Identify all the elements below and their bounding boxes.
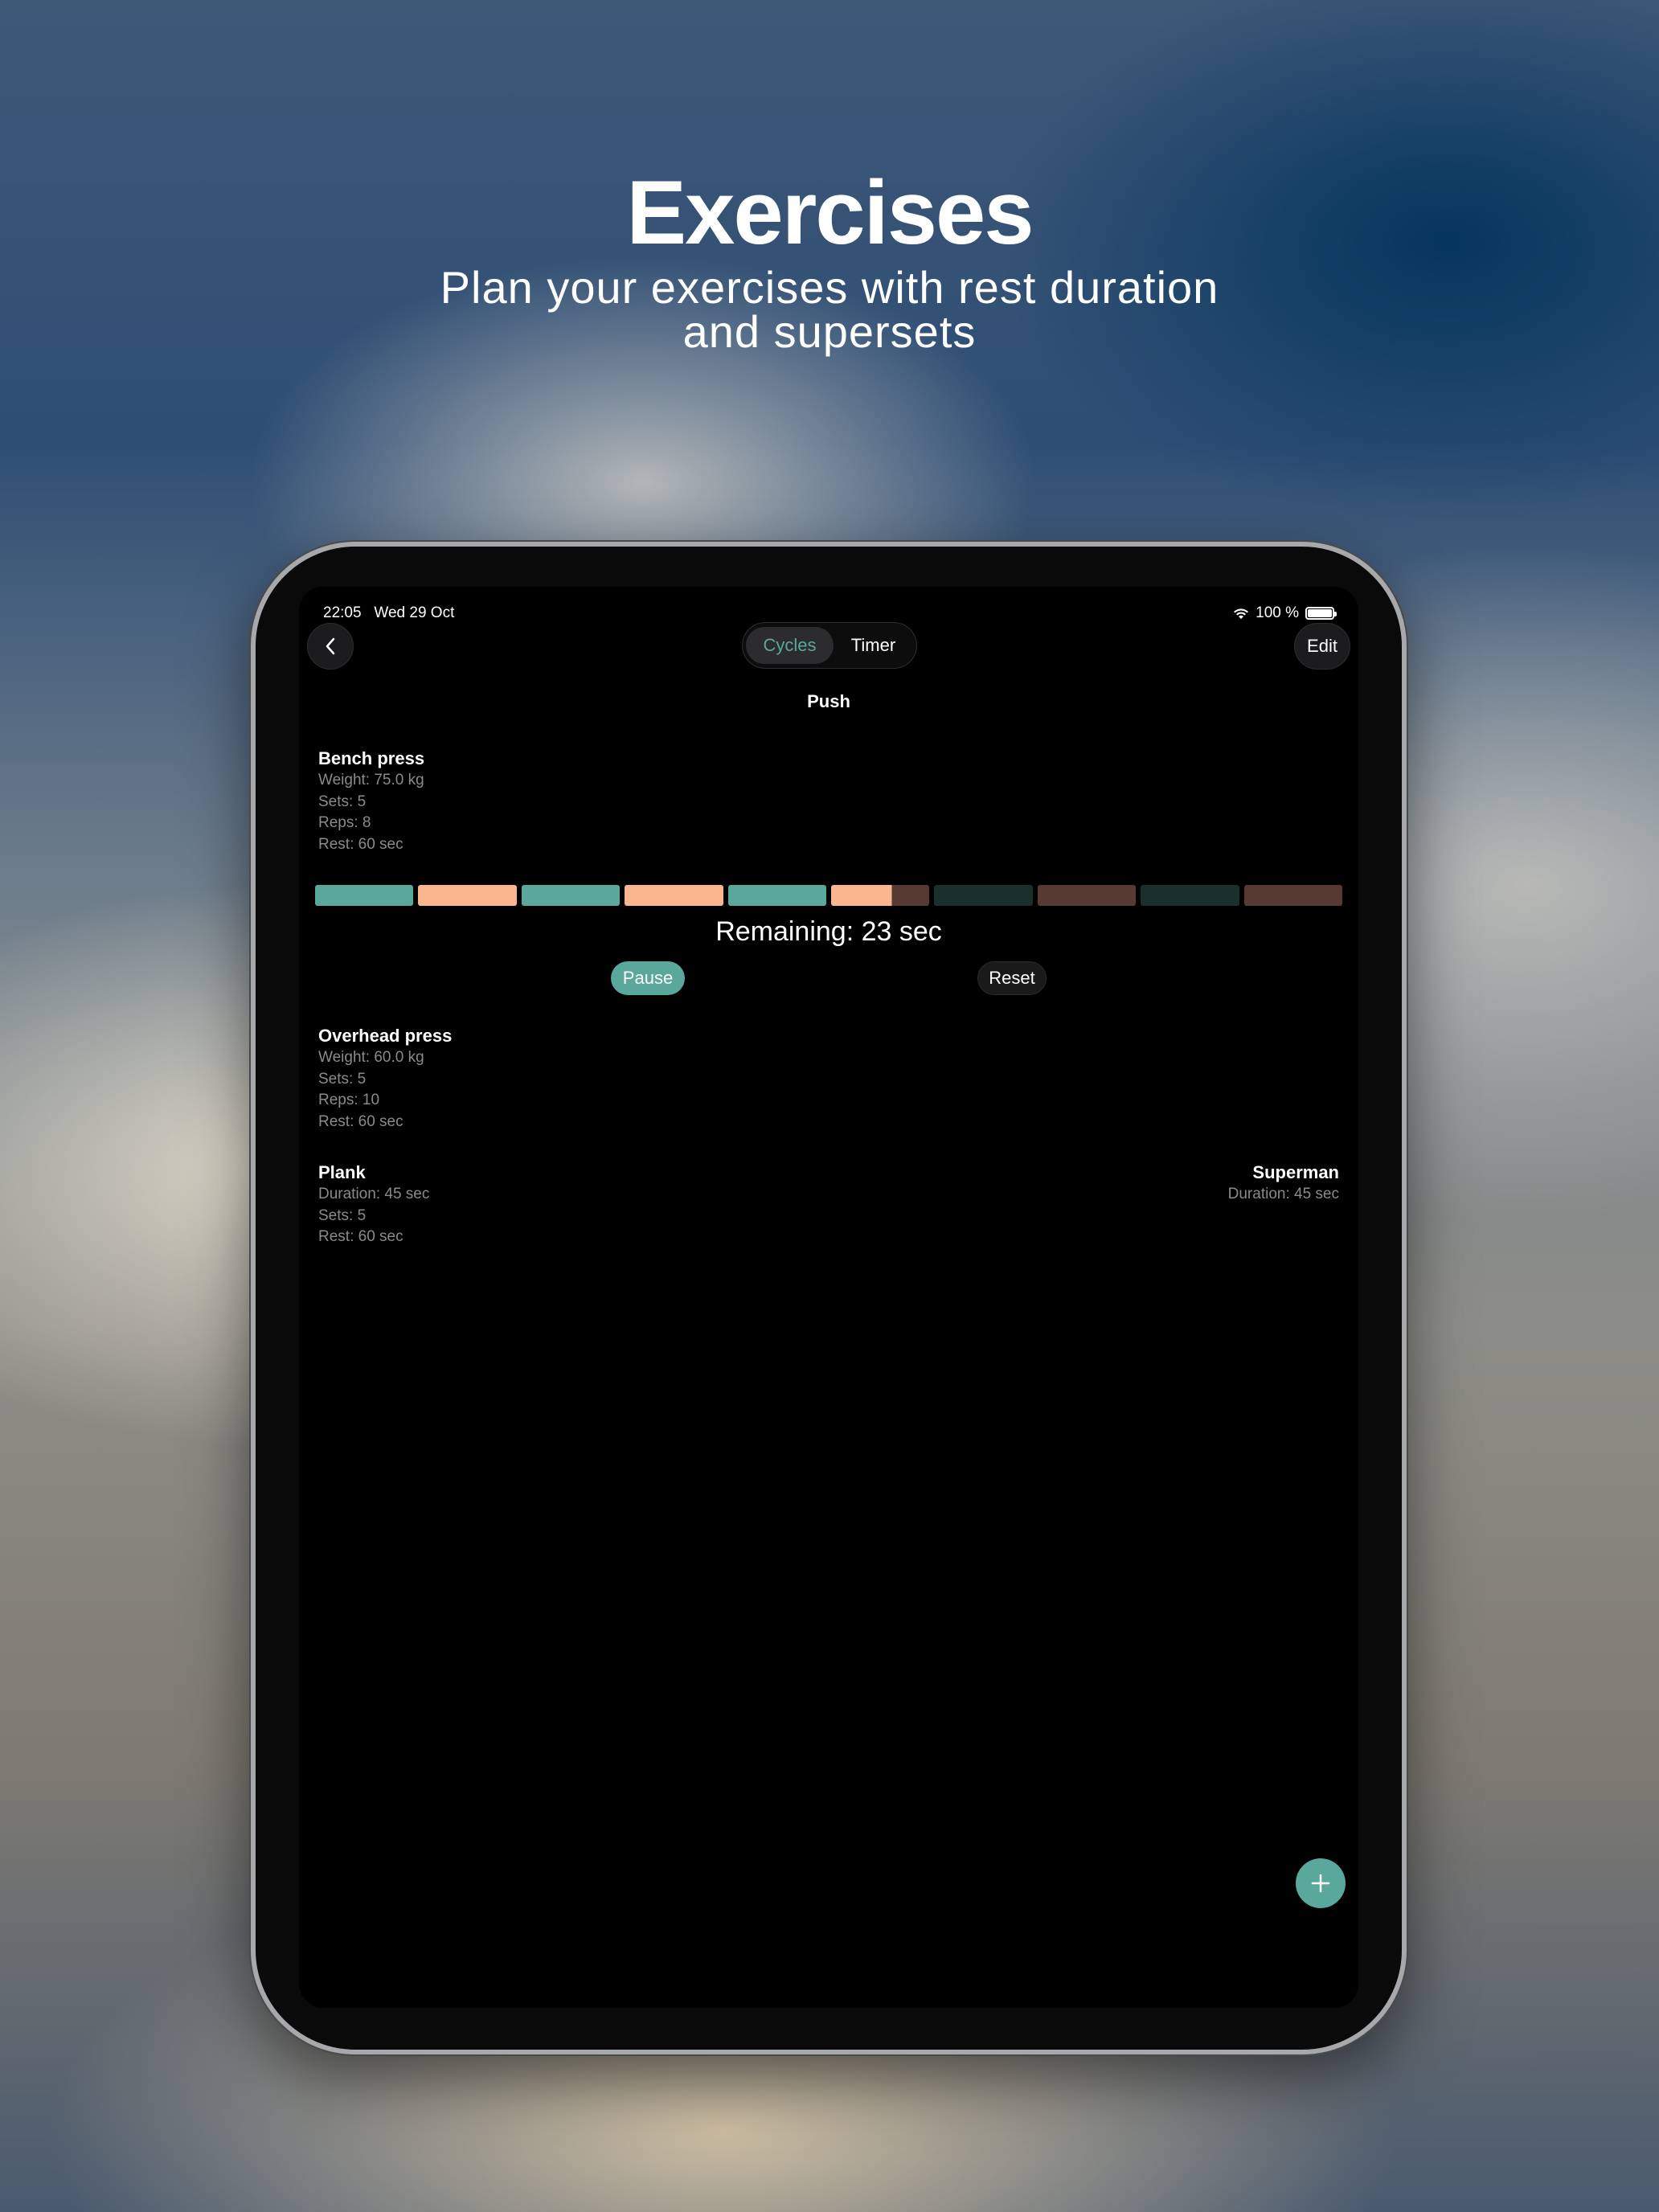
- view-mode-tabs: Cycles Timer: [742, 622, 917, 669]
- exercise-rest: Rest: 60 sec: [318, 835, 403, 853]
- timer-segment-rest: [418, 885, 517, 906]
- pause-button[interactable]: Pause: [611, 961, 685, 995]
- timer-segment-set: [727, 885, 827, 906]
- exercise-plank[interactable]: Plank Duration: 45 sec Sets: 5 Rest: 60 …: [318, 1161, 429, 1248]
- promo-subtitle: Plan your exercises with rest duration a…: [0, 265, 1659, 354]
- superset-superman[interactable]: Superman Duration: 45 sec: [1228, 1161, 1339, 1206]
- timer-progress-bar: [315, 885, 1343, 906]
- app-screen: 22:05 Wed 29 Oct 100 % Cycles Timer Edit…: [299, 587, 1358, 2008]
- battery-percent: 100 %: [1256, 604, 1299, 621]
- timer-segment-set: [521, 885, 621, 906]
- exercise-reps: Reps: 10: [318, 1092, 380, 1108]
- superset-name: Superman: [1252, 1162, 1339, 1182]
- exercise-rest: Rest: 60 sec: [318, 1112, 403, 1130]
- timer-segment-rest: [1037, 885, 1137, 906]
- tab-cycles[interactable]: Cycles: [746, 627, 834, 664]
- timer-segment-set: [315, 885, 414, 906]
- promo-subtitle-line1: Plan your exercises with rest duration: [440, 262, 1219, 313]
- tab-timer[interactable]: Timer: [834, 627, 913, 664]
- chevron-left-icon: [326, 637, 335, 655]
- exercise-rest: Rest: 60 sec: [318, 1228, 403, 1245]
- exercise-name: Bench press: [318, 748, 425, 768]
- timer-segment-rest: [831, 885, 930, 906]
- exercise-sets: Sets: 5: [318, 1070, 367, 1088]
- timer-segment-rest: [1243, 885, 1343, 906]
- status-date: Wed 29 Oct: [374, 604, 455, 621]
- exercise-weight: Weight: 60.0 kg: [318, 1049, 424, 1066]
- status-time: 22:05: [323, 604, 362, 621]
- exercise-name: Overhead press: [318, 1026, 453, 1046]
- exercise-name: Plank: [318, 1162, 366, 1182]
- back-button[interactable]: [307, 623, 354, 670]
- edit-button[interactable]: Edit: [1294, 623, 1350, 670]
- reset-button[interactable]: Reset: [977, 961, 1047, 995]
- plus-icon: [1311, 1874, 1330, 1893]
- exercise-bench-press[interactable]: Bench press Weight: 75.0 kg Sets: 5 Reps…: [318, 748, 424, 855]
- battery-icon: [1305, 607, 1337, 620]
- timer-segment-rest: [625, 885, 723, 906]
- exercise-duration: Duration: 45 sec: [318, 1186, 430, 1202]
- workout-title: Push: [807, 691, 850, 711]
- exercise-overhead-press[interactable]: Overhead press Weight: 60.0 kg Sets: 5 R…: [318, 1025, 452, 1133]
- status-bar: 22:05 Wed 29 Oct 100 %: [323, 596, 1337, 621]
- exercise-reps: Reps: 8: [318, 814, 371, 831]
- superset-duration: Duration: 45 sec: [1227, 1186, 1339, 1202]
- timer-segment-set: [1141, 885, 1239, 906]
- exercise-weight: Weight: 75.0 kg: [318, 772, 424, 789]
- remaining-time: Remaining: 23 sec: [715, 916, 942, 947]
- add-exercise-button[interactable]: [1296, 1858, 1346, 1908]
- wifi-icon: [1234, 608, 1249, 619]
- promo-title: Exercises: [626, 162, 1034, 263]
- exercise-sets: Sets: 5: [318, 1206, 367, 1224]
- timer-segment-set: [934, 885, 1033, 906]
- exercise-sets: Sets: 5: [318, 793, 367, 810]
- promo-subtitle-line2: and supersets: [682, 306, 977, 357]
